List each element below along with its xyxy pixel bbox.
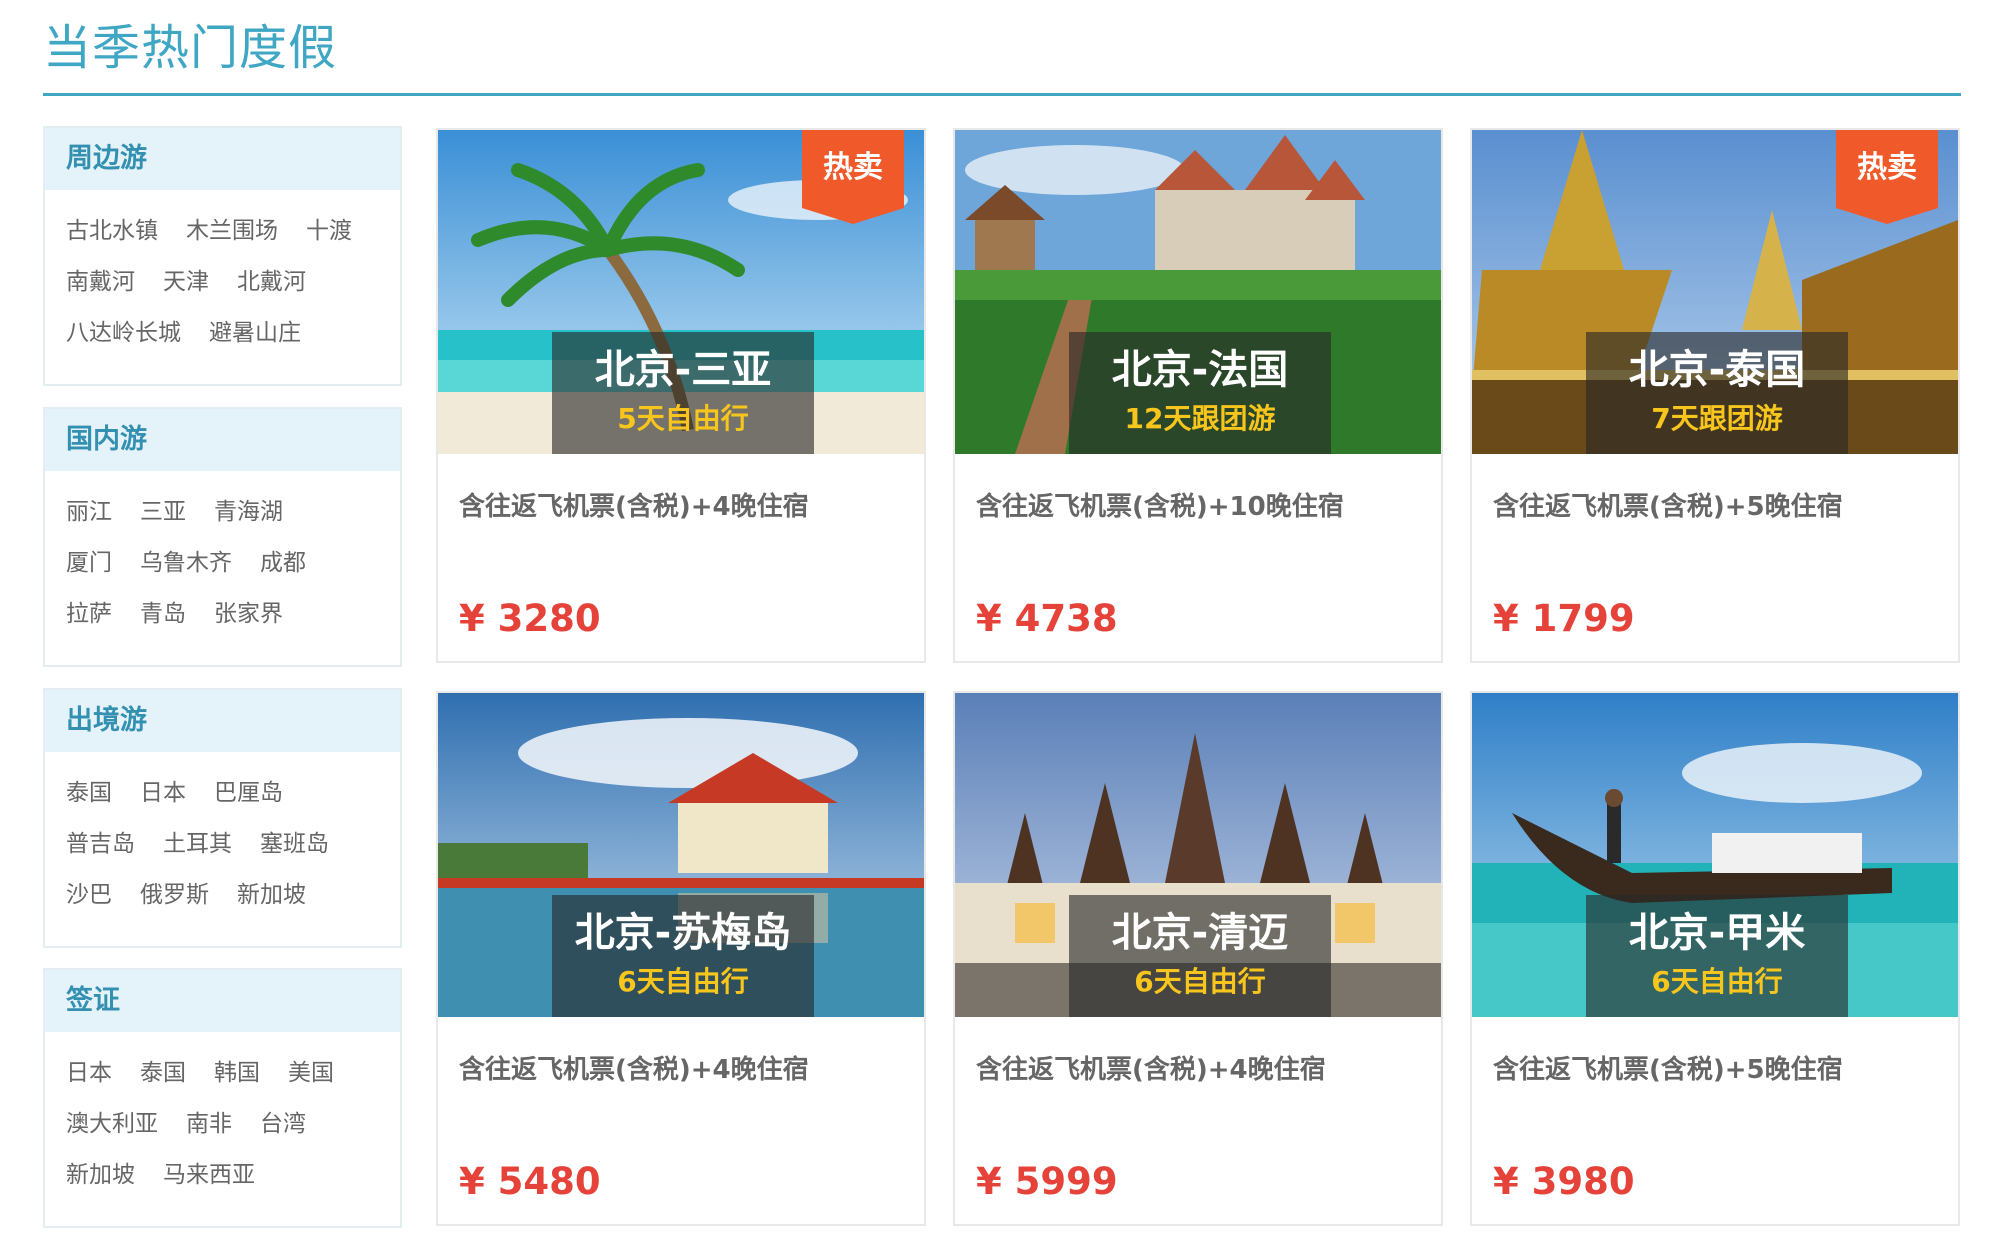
sidebar-link[interactable]: 美国	[288, 1048, 334, 1099]
longtail-boat-icon[interactable]: 北京-甲米 6天自由行	[1472, 693, 1958, 1017]
sidebar-link[interactable]: 青海湖	[214, 487, 283, 538]
sidebar-link[interactable]: 丽江	[66, 487, 112, 538]
package-description[interactable]: 含往返飞机票(含税)+4晚住宿	[459, 486, 809, 523]
sidebar-link[interactable]: 日本	[66, 1048, 112, 1099]
package-description[interactable]: 含往返飞机票(含税)+4晚住宿	[459, 1049, 809, 1086]
sidebar-link[interactable]: 台湾	[260, 1099, 306, 1150]
sidebar-link[interactable]: 厦门	[66, 538, 112, 589]
sidebar-link[interactable]: 成都	[260, 538, 306, 589]
route-overlay: 北京-甲米 6天自由行	[1586, 895, 1848, 1017]
route-overlay: 北京-法国 12天跟团游	[1069, 332, 1331, 454]
route-name: 北京-泰国	[1628, 347, 1806, 393]
lake-temple-icon[interactable]: 北京-苏梅岛 6天自由行	[438, 693, 924, 1017]
route-name: 北京-清迈	[1111, 910, 1289, 956]
route-overlay: 北京-泰国 7天跟团游	[1586, 332, 1848, 454]
sidebar-heading[interactable]: 国内游	[45, 409, 400, 471]
sidebar-link[interactable]: 巴厘岛	[214, 768, 283, 819]
sidebar-link[interactable]: 新加坡	[237, 870, 306, 921]
package-price: ¥ 3980	[1493, 1160, 1635, 1203]
route-name: 北京-三亚	[594, 347, 772, 393]
vacation-card[interactable]: 北京-三亚 5天自由行 热卖 含往返飞机票(含税)+4晚住宿 ¥ 3280	[436, 128, 926, 663]
trip-duration: 5天自由行	[617, 402, 749, 435]
package-price: ¥ 5999	[976, 1160, 1118, 1203]
vacation-card[interactable]: 北京-甲米 6天自由行 含往返飞机票(含税)+5晚住宿 ¥ 3980	[1470, 691, 1960, 1226]
sidebar-link[interactable]: 泰国	[66, 768, 112, 819]
sidebar-link[interactable]: 天津	[163, 257, 209, 308]
sidebar-link[interactable]: 古北水镇	[66, 206, 158, 257]
trip-duration: 7天跟团游	[1651, 402, 1783, 435]
sidebar-link[interactable]: 木兰围场	[186, 206, 278, 257]
route-name: 北京-法国	[1111, 347, 1289, 393]
trip-duration: 6天自由行	[1134, 965, 1266, 998]
sidebar-link[interactable]: 新加坡	[66, 1150, 135, 1201]
sidebar-heading[interactable]: 出境游	[45, 690, 400, 752]
beach-palm-icon[interactable]: 北京-三亚 5天自由行 热卖	[438, 130, 924, 454]
route-overlay: 北京-苏梅岛 6天自由行	[552, 895, 814, 1017]
route-name: 北京-苏梅岛	[574, 910, 792, 956]
trip-duration: 12天跟团游	[1124, 402, 1276, 435]
sidebar-link[interactable]: 青岛	[140, 589, 186, 640]
hot-sale-label: 热卖	[1857, 150, 1917, 185]
palace-dusk-icon[interactable]: 北京-清迈 6天自由行	[955, 693, 1441, 1017]
sidebar-category-nearby: 周边游 古北水镇 木兰围场 十渡 南戴河 天津 北戴河 八达岭长城 避暑山庄	[43, 126, 402, 386]
vacation-card[interactable]: 北京-苏梅岛 6天自由行 含往返飞机票(含税)+4晚住宿 ¥ 5480	[436, 691, 926, 1226]
package-description[interactable]: 含往返飞机票(含税)+10晚住宿	[976, 486, 1344, 523]
vacation-card[interactable]: 北京-泰国 7天跟团游 热卖 含往返飞机票(含税)+5晚住宿 ¥ 1799	[1470, 128, 1960, 663]
sidebar-link[interactable]: 拉萨	[66, 589, 112, 640]
sidebar-link[interactable]: 普吉岛	[66, 819, 135, 870]
sidebar-link[interactable]: 日本	[140, 768, 186, 819]
hot-sale-badge: 热卖	[802, 130, 904, 224]
package-price: ¥ 3280	[459, 597, 601, 640]
package-description[interactable]: 含往返飞机票(含税)+5晚住宿	[1493, 486, 1843, 523]
sidebar-category-domestic: 国内游 丽江 三亚 青海湖 厦门 乌鲁木齐 成都 拉萨 青岛 张家界	[43, 407, 402, 667]
sidebar-link[interactable]: 南戴河	[66, 257, 135, 308]
hot-sale-label: 热卖	[823, 150, 883, 185]
package-description[interactable]: 含往返飞机票(含税)+4晚住宿	[976, 1049, 1326, 1086]
package-price: ¥ 4738	[976, 597, 1118, 640]
trip-duration: 6天自由行	[1651, 965, 1783, 998]
sidebar-link[interactable]: 张家界	[214, 589, 283, 640]
sidebar-link[interactable]: 泰国	[140, 1048, 186, 1099]
castle-vineyard-icon[interactable]: 北京-法国 12天跟团游	[955, 130, 1441, 454]
package-price: ¥ 1799	[1493, 597, 1635, 640]
route-name: 北京-甲米	[1628, 910, 1806, 956]
sidebar-category-outbound: 出境游 泰国 日本 巴厘岛 普吉岛 土耳其 塞班岛 沙巴 俄罗斯 新加坡	[43, 688, 402, 948]
sidebar-heading[interactable]: 周边游	[45, 128, 400, 190]
package-description[interactable]: 含往返飞机票(含税)+5晚住宿	[1493, 1049, 1843, 1086]
page-title: 当季热门度假	[43, 20, 338, 76]
vacation-card[interactable]: 北京-法国 12天跟团游 含往返飞机票(含税)+10晚住宿 ¥ 4738	[953, 128, 1443, 663]
sidebar-link[interactable]: 土耳其	[163, 819, 232, 870]
sidebar-link[interactable]: 俄罗斯	[140, 870, 209, 921]
route-overlay: 北京-清迈 6天自由行	[1069, 895, 1331, 1017]
sidebar-link[interactable]: 乌鲁木齐	[140, 538, 232, 589]
sidebar-link[interactable]: 避暑山庄	[209, 308, 301, 359]
sidebar-link[interactable]: 十渡	[306, 206, 352, 257]
sidebar-link[interactable]: 三亚	[140, 487, 186, 538]
sidebar-category-visa: 签证 日本 泰国 韩国 美国 澳大利亚 南非 台湾 新加坡 马来西亚	[43, 968, 402, 1228]
vacation-card[interactable]: 北京-清迈 6天自由行 含往返飞机票(含税)+4晚住宿 ¥ 5999	[953, 691, 1443, 1226]
sidebar-link[interactable]: 澳大利亚	[66, 1099, 158, 1150]
golden-temple-icon[interactable]: 北京-泰国 7天跟团游 热卖	[1472, 130, 1958, 454]
package-price: ¥ 5480	[459, 1160, 601, 1203]
sidebar-heading[interactable]: 签证	[45, 970, 400, 1032]
sidebar-link[interactable]: 北戴河	[237, 257, 306, 308]
route-overlay: 北京-三亚 5天自由行	[552, 332, 814, 454]
sidebar-link[interactable]: 南非	[186, 1099, 232, 1150]
sidebar-link[interactable]: 八达岭长城	[66, 308, 181, 359]
sidebar-link[interactable]: 沙巴	[66, 870, 112, 921]
title-divider	[43, 93, 1961, 96]
sidebar-link[interactable]: 马来西亚	[163, 1150, 255, 1201]
hot-sale-badge: 热卖	[1836, 130, 1938, 224]
sidebar-link[interactable]: 韩国	[214, 1048, 260, 1099]
sidebar-link[interactable]: 塞班岛	[260, 819, 329, 870]
trip-duration: 6天自由行	[617, 965, 749, 998]
